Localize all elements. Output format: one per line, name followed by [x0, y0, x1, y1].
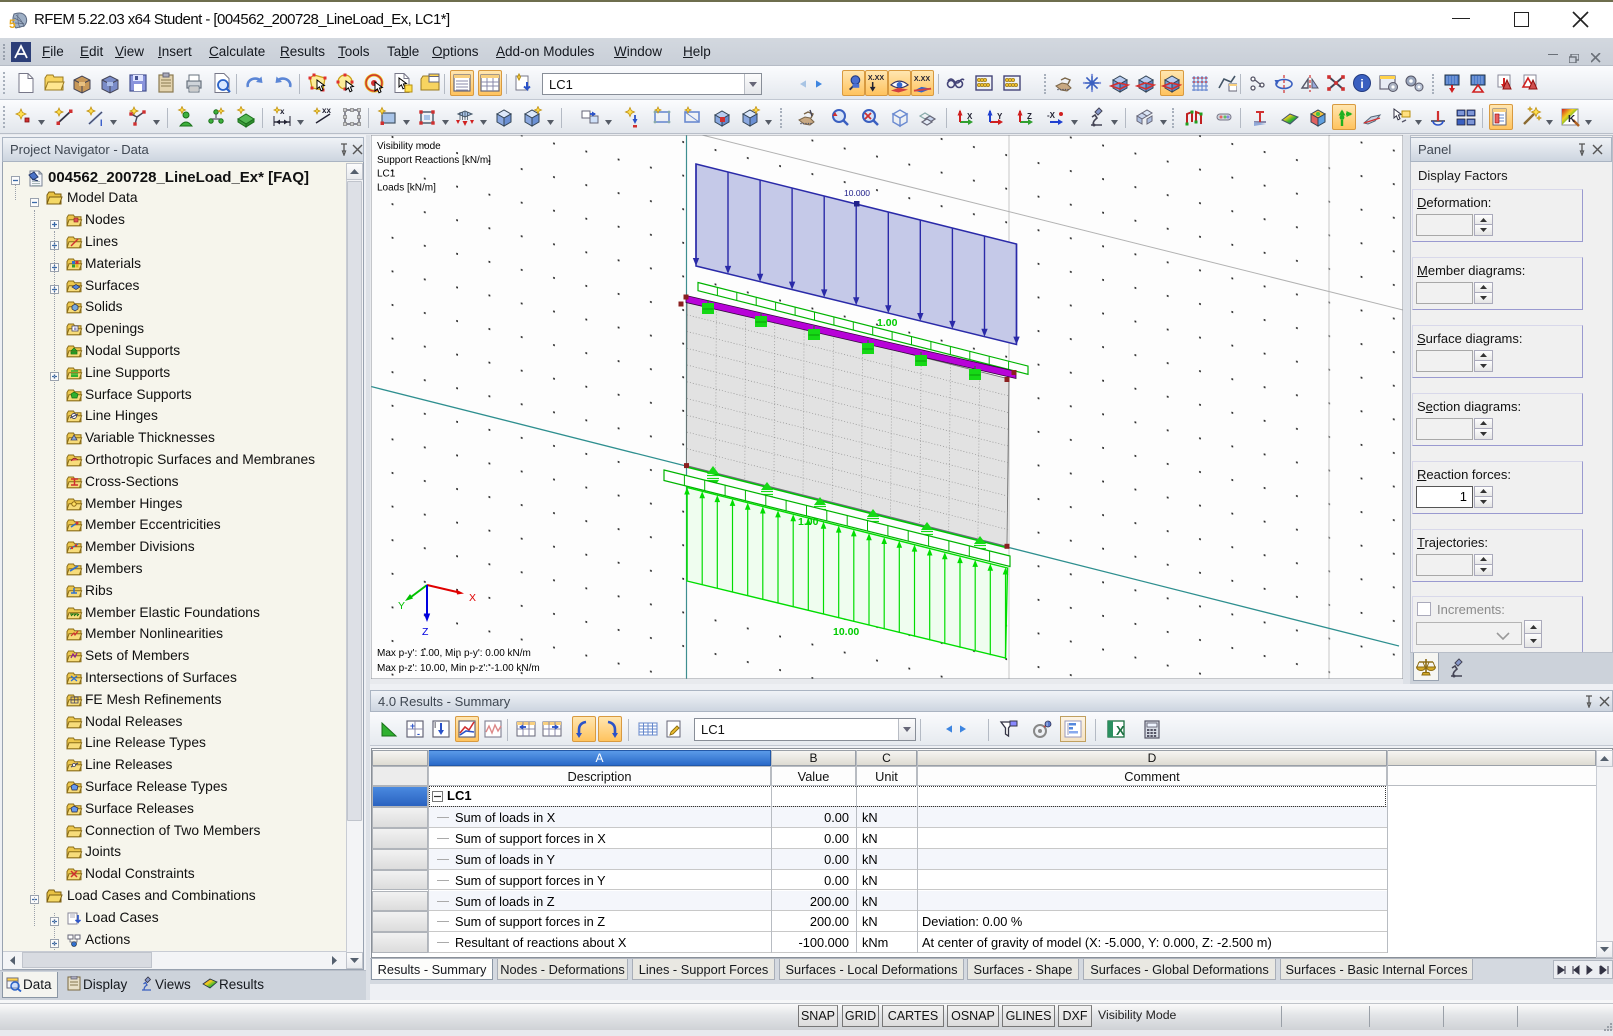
svg-text:Loads [kN/m]: Loads [kN/m] [377, 182, 436, 193]
svg-text:X: X [1116, 723, 1125, 738]
svg-text:Support Reactions [kN/m]: Support Reactions [kN/m] [377, 155, 491, 166]
svg-text:Max p-z': 10.00, Min p-z': -1.: Max p-z': 10.00, Min p-z': -1.00 kN/m [377, 663, 540, 674]
svg-text:x: x [280, 107, 285, 116]
svg-text:5: 5 [9, 17, 16, 31]
svg-text:Z: Z [1027, 112, 1032, 121]
svg-text:Y: Y [997, 112, 1003, 121]
svg-text:-: - [417, 729, 420, 739]
svg-text:LC1: LC1 [377, 169, 396, 180]
svg-text:i: i [1360, 77, 1363, 91]
svg-text:I: I [434, 721, 436, 730]
svg-text:xx: xx [322, 106, 331, 115]
svg-text:10.00: 10.00 [833, 626, 859, 638]
svg-text:10.000: 10.000 [844, 188, 870, 198]
svg-text:K: K [1568, 114, 1576, 125]
svg-text:X: X [469, 592, 476, 604]
svg-text:-X: -X [1047, 111, 1056, 120]
svg-text:i: i [1046, 722, 1047, 728]
svg-text:Z: Z [422, 626, 429, 638]
svg-text:Visibility mode: Visibility mode [377, 141, 441, 152]
svg-text:X.XX: X.XX [868, 74, 885, 82]
svg-text:X.XX: X.XX [914, 75, 931, 83]
svg-text:Y: Y [398, 600, 405, 612]
svg-text:Max p-y': 1.00, Min p-y': 0.00: Max p-y': 1.00, Min p-y': 0.00 kN/m [377, 648, 531, 659]
svg-text:1.00: 1.00 [798, 516, 819, 528]
svg-text:I: I [100, 118, 103, 128]
svg-text:1.00: 1.00 [877, 317, 898, 329]
svg-text:X: X [967, 112, 973, 121]
